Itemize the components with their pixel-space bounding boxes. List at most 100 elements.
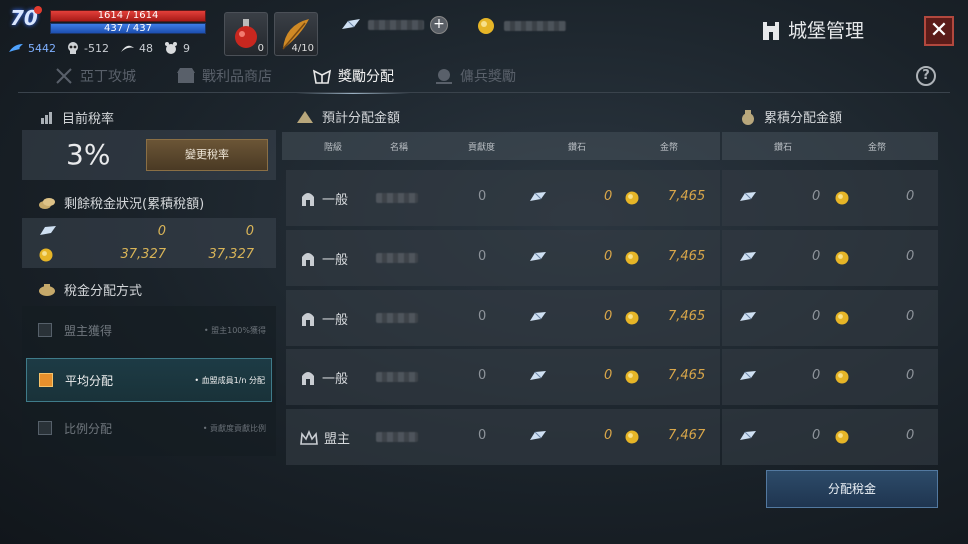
tab-bar: 亞丁攻城 戰利品商店 獎勵分配 傭兵獎勵: [48, 62, 550, 94]
option-label: 比例分配: [64, 421, 113, 436]
feather-count: 4/10: [291, 43, 314, 54]
player-stats: 5442 -512 48 9: [8, 40, 200, 56]
member-name-hidden: [376, 193, 418, 203]
current-tax-header: 目前稅率: [40, 108, 114, 127]
accumulated-cells: 00: [722, 349, 938, 405]
mp-text: 437 / 437: [104, 23, 152, 34]
expected-cells: 一般 0 0 7,465: [286, 290, 720, 346]
option-desc: • 盟主100%獲得: [203, 325, 266, 335]
gold-currency: [476, 16, 566, 36]
status-bar: 70 1614 / 1614 437 / 437 5442 -512 48 9 …: [0, 0, 968, 62]
store-icon: [177, 68, 195, 83]
change-tax-button[interactable]: 變更稅率: [146, 139, 268, 171]
option-leader-takes[interactable]: 盟主獲得 • 盟主100%獲得: [26, 308, 272, 352]
gold-coin-icon: [625, 311, 639, 325]
stat-moon-value: 48: [138, 41, 153, 55]
diamond-value: 0: [604, 428, 613, 443]
tax-rate-box: 3% 變更稅率: [22, 130, 276, 180]
helmet-icon: [302, 192, 314, 206]
mercenary-icon: [436, 69, 452, 84]
member-name-hidden: [376, 432, 418, 442]
window-title-text: 城堡管理: [788, 20, 865, 42]
option-label: 平均分配: [65, 373, 114, 388]
table-header: 階級 名稱 貢獻度 鑽石 金幣 鑽石 金幣: [282, 132, 938, 160]
help-button[interactable]: ?: [916, 66, 936, 86]
tab-reward-distribution[interactable]: 獎勵分配: [296, 62, 410, 94]
tab-mercenary-reward[interactable]: 傭兵獎勵: [428, 62, 522, 90]
tax-method-title: 稅金分配方式: [64, 284, 143, 299]
header-gold: 金幣: [660, 143, 679, 153]
critter-icon: [164, 42, 177, 54]
distribution-options: 盟主獲得 • 盟主100%獲得 平均分配 • 血盟成員1/n 分配 比例分配 •…: [22, 306, 276, 456]
helmet-icon: [302, 371, 314, 385]
header-diamond: 鑽石: [568, 143, 587, 153]
feather-slot[interactable]: 4/10: [274, 12, 318, 56]
mp-bar: 437 / 437: [50, 23, 206, 34]
expected-amount-title: 預計分配金額: [322, 111, 401, 126]
notification-dot: [34, 6, 42, 14]
acc-diamond-value: 0: [812, 189, 821, 204]
acc-gold-value: 0: [906, 428, 915, 443]
distribute-tax-button[interactable]: 分配稅金: [766, 470, 938, 508]
gold-coin-icon: [39, 248, 53, 262]
diamond-amount-hidden: [368, 20, 424, 30]
option-checkbox[interactable]: [39, 373, 53, 387]
wing-icon: [9, 44, 23, 52]
acc-gold-value: 0: [906, 249, 915, 264]
diamond-icon: [342, 19, 360, 29]
grade-cell: 一般: [300, 249, 348, 268]
crown-icon: [300, 429, 318, 445]
grade-label: 一般: [322, 253, 349, 268]
gold-value: 7,465: [668, 189, 706, 204]
option-checkbox[interactable]: [38, 421, 52, 435]
coin-bag-icon: [39, 283, 55, 296]
grade-label: 一般: [322, 193, 349, 208]
member-name-hidden: [376, 253, 418, 263]
diamond-icon: [530, 192, 546, 201]
grade-label: 一般: [322, 372, 349, 387]
expected-cells: 一般 0 0 7,465: [286, 349, 720, 405]
option-equal-split[interactable]: 平均分配 • 血盟成員1/n 分配: [26, 358, 272, 402]
diamond-value: 0: [604, 368, 613, 383]
remaining-diamond-1: 0: [157, 224, 166, 239]
gold-coin-icon: [835, 251, 849, 265]
diamond-icon: [530, 431, 546, 440]
expected-cells: 盟主 0 0 7,467: [286, 409, 720, 465]
diamond-icon: [530, 371, 546, 380]
header-acc-gold: 金幣: [868, 143, 887, 153]
moon-icon: [120, 45, 134, 52]
pyramid-icon: [297, 110, 313, 123]
tab-loot-shop[interactable]: 戰利品商店: [170, 62, 278, 90]
remaining-tax-title: 剩餘稅金狀況(累積稅額): [64, 197, 205, 212]
option-proportional[interactable]: 比例分配 • 貢獻度貢獻比例: [26, 406, 272, 450]
grade-cell: 盟主: [300, 428, 350, 447]
member-name-hidden: [376, 372, 418, 382]
remaining-diamond-2: 0: [245, 224, 254, 239]
tab-loot-shop-label: 戰利品商店: [202, 69, 272, 85]
header-acc-diamond: 鑽石: [774, 143, 793, 153]
gold-coin-icon: [835, 370, 849, 384]
diamond-icon: [530, 252, 546, 261]
stat-skull-value: -512: [84, 41, 109, 55]
accumulated-cells: 00: [722, 409, 938, 465]
table-row: 一般 0 0 7,465 0 0: [286, 349, 938, 405]
gold-coin-icon: [835, 430, 849, 444]
gold-value: 7,465: [668, 368, 706, 383]
remaining-gold-row: 37,327 37,327: [22, 245, 276, 265]
acc-diamond-value: 0: [812, 428, 821, 443]
grade-cell: 一般: [300, 368, 348, 387]
gold-coin-icon: [625, 251, 639, 265]
hp-potion-slot[interactable]: 0: [224, 12, 268, 56]
diamond-icon: [740, 371, 756, 380]
remaining-gold-2: 37,327: [208, 247, 255, 262]
add-diamond-button[interactable]: +: [430, 16, 448, 34]
stat-skull: -512: [66, 41, 109, 55]
diamond-icon: [740, 431, 756, 440]
diamond-icon: [40, 226, 56, 235]
close-button[interactable]: ✕: [924, 16, 954, 46]
skull-icon: [68, 42, 78, 54]
tab-aden-siege[interactable]: 亞丁攻城: [48, 62, 142, 90]
option-checkbox[interactable]: [38, 323, 52, 337]
accumulated-cells: 00: [722, 290, 938, 346]
expected-amount-header: 預計分配金額: [296, 107, 400, 126]
